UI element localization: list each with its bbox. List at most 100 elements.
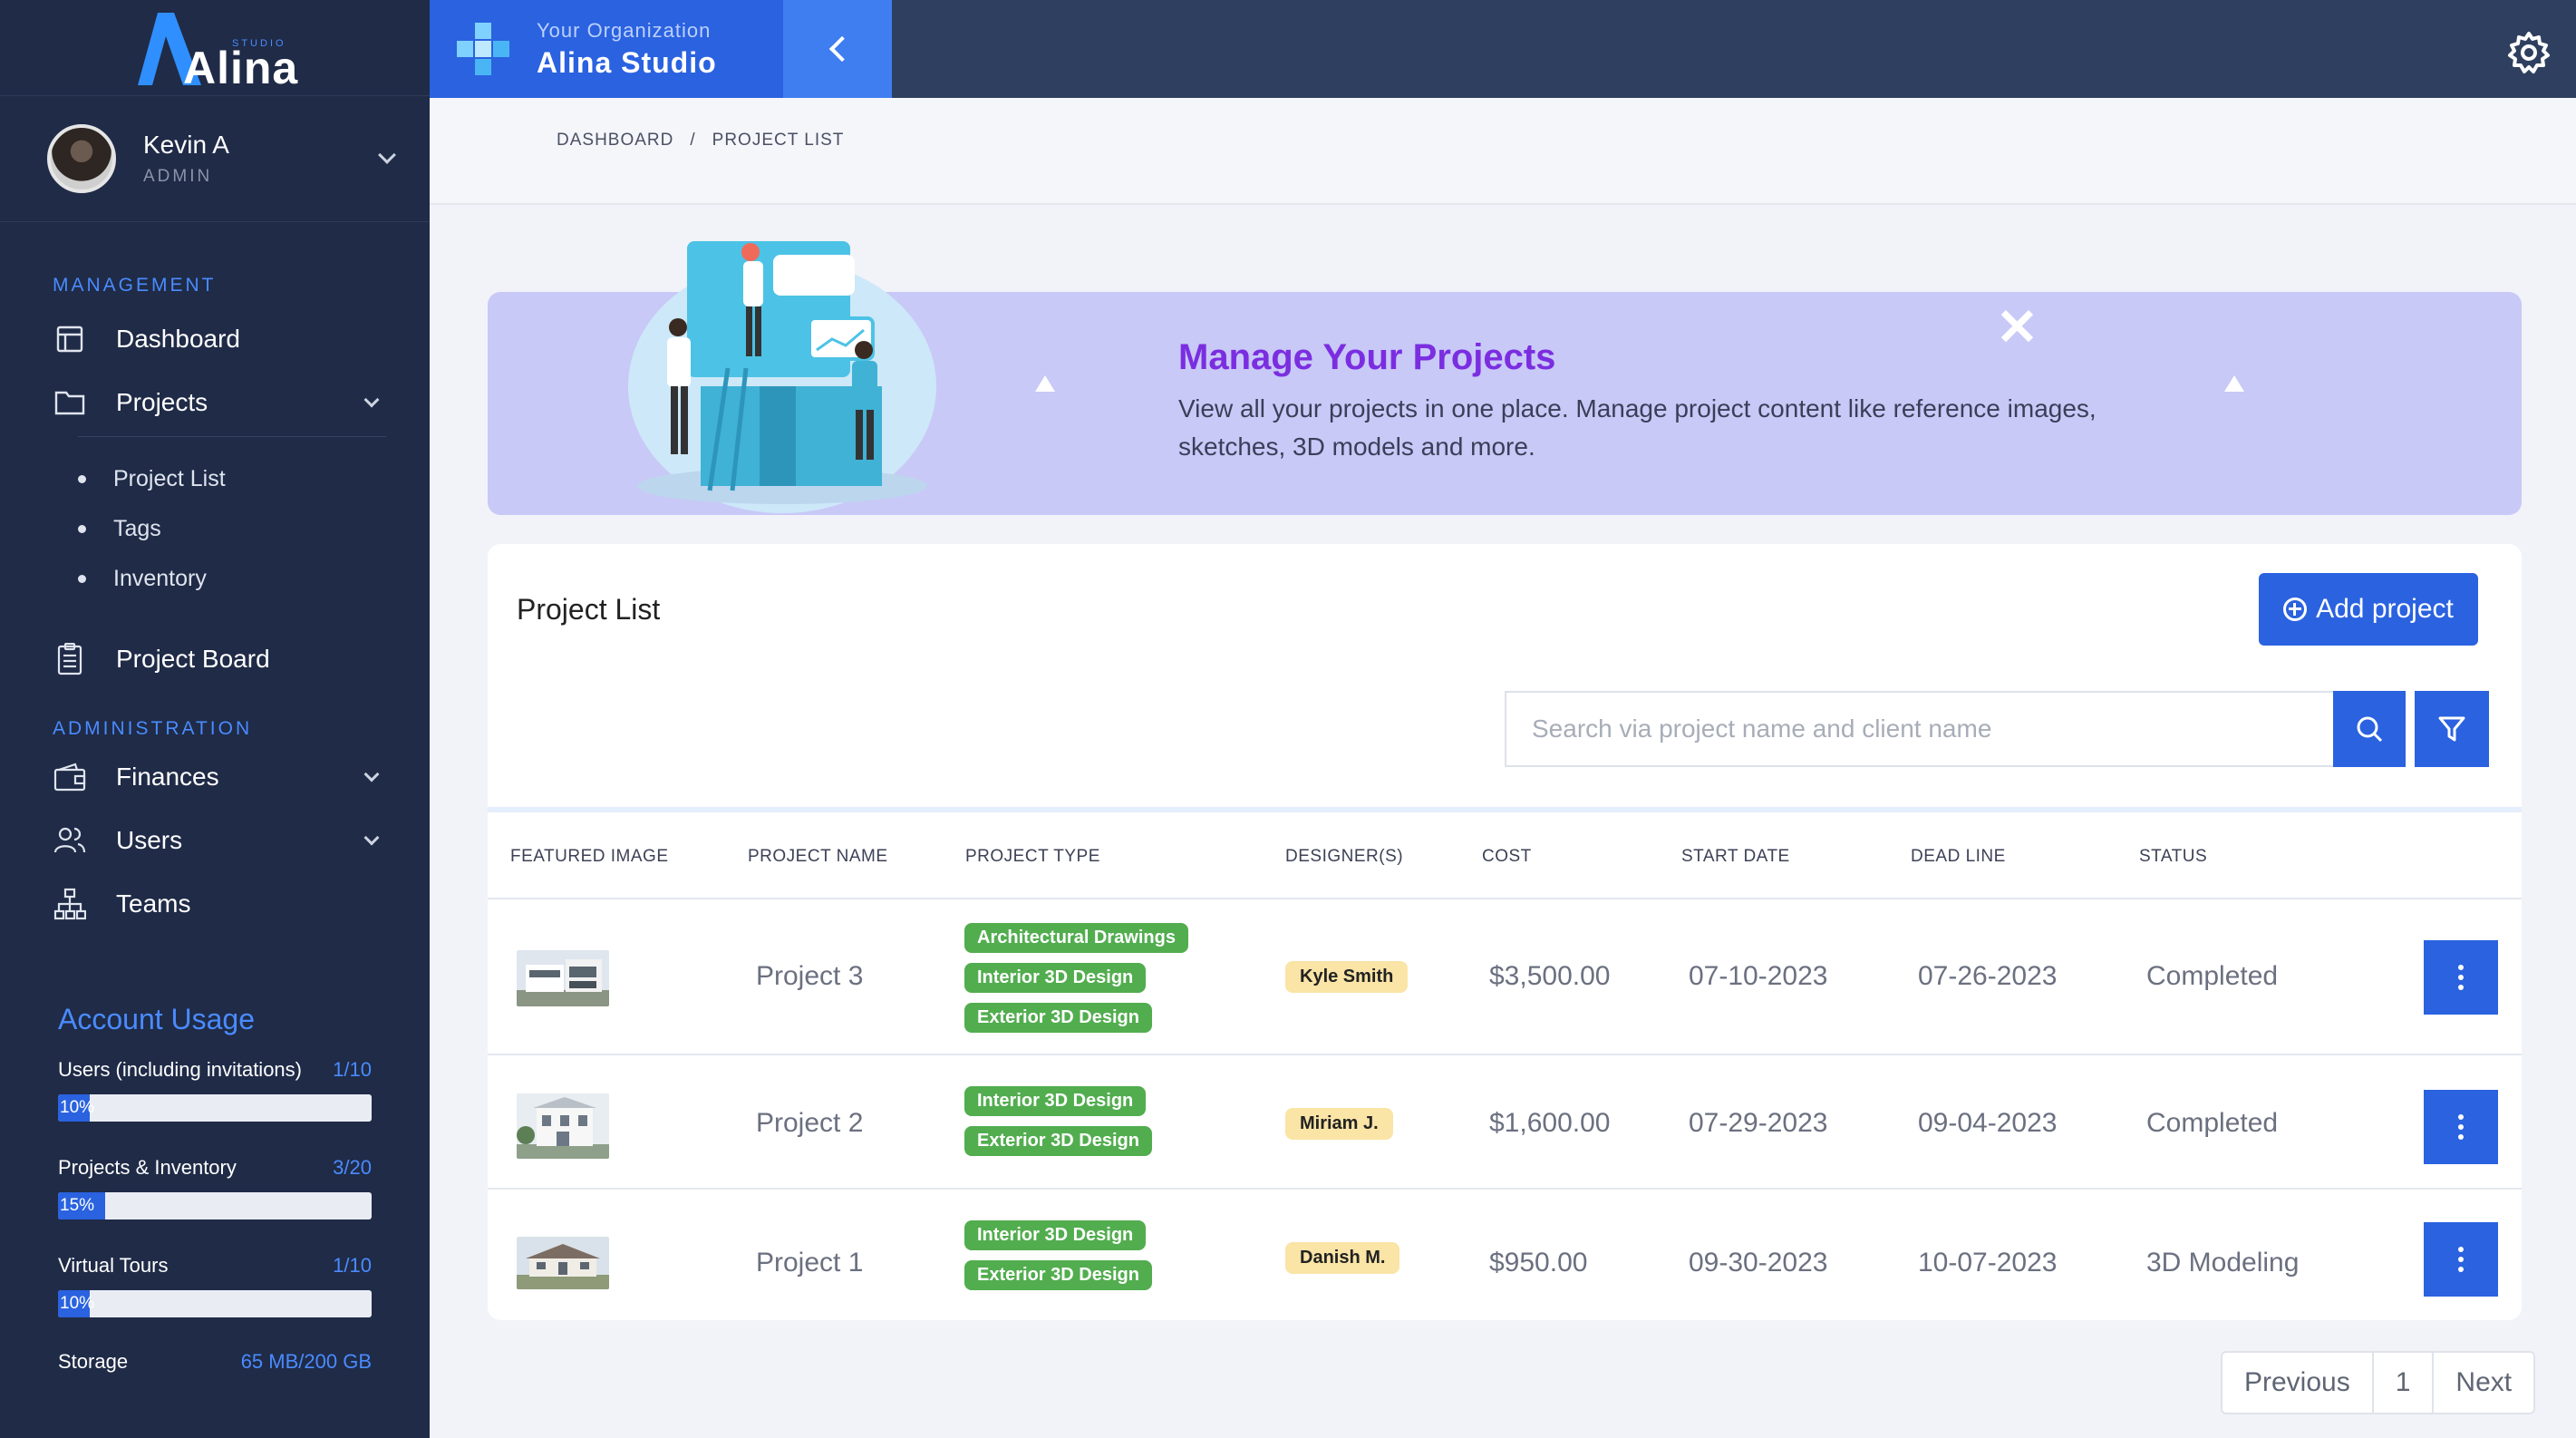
usage-bar: 10% (58, 1290, 372, 1317)
usage-row-virtual-tours: Virtual Tours 1/10 10% (0, 1254, 430, 1317)
brand-name: Alina (183, 42, 299, 93)
org-name: Alina Studio (537, 45, 717, 79)
sidebar-item-project-board[interactable]: Project Board (0, 627, 430, 691)
bullet-icon (78, 475, 86, 483)
filter-button[interactable] (2415, 691, 2489, 767)
search-button[interactable] (2333, 691, 2406, 767)
sidebar-item-label: Finances (116, 763, 219, 791)
usage-label: Virtual Tours (58, 1254, 169, 1277)
team-illustration-icon (628, 241, 936, 513)
row-actions-button[interactable] (2424, 1090, 2498, 1164)
sub-item-label: Project List (113, 466, 226, 491)
gear-icon[interactable] (2507, 31, 2551, 74)
usage-row-users: Users (including invitations) 1/10 10% (0, 1058, 430, 1122)
org-label: Your Organization (537, 18, 712, 42)
project-name[interactable]: Project 3 (756, 961, 863, 992)
add-project-label: Add project (2316, 594, 2454, 624)
chevron-down-icon[interactable] (363, 766, 380, 782)
usage-bar: 15% (58, 1192, 372, 1219)
bullet-icon (78, 575, 86, 583)
deadline-cell: 10-07-2023 (1918, 1248, 2058, 1278)
project-type-tag: Exterior 3D Design (964, 1003, 1152, 1033)
search-icon (2357, 716, 2383, 743)
section-management: MANAGEMENT (53, 275, 217, 296)
banner-description: View all your projects in one place. Man… (1178, 394, 2097, 461)
org-switcher[interactable]: Your Organization Alina Studio (430, 0, 783, 98)
project-thumbnail[interactable] (517, 1237, 609, 1289)
table-row[interactable]: Project 2 Interior 3D Design Exterior 3D… (488, 1057, 2522, 1190)
sidebar-item-label: Teams (116, 889, 191, 918)
designer-badge: Danish M. (1285, 1242, 1400, 1274)
divider (78, 436, 386, 437)
sidebar-subitem-project-list[interactable]: Project List (0, 454, 430, 504)
usage-label: Projects & Inventory (58, 1156, 237, 1179)
sidebar-item-users[interactable]: Users (0, 809, 430, 872)
triangle-decoration-icon (2224, 375, 2244, 392)
designer-badge: Miriam J. (1285, 1108, 1393, 1140)
chevron-down-icon[interactable] (363, 392, 380, 408)
next-page-button[interactable]: Next (2434, 1353, 2533, 1413)
sidebar-item-dashboard[interactable]: Dashboard (0, 307, 430, 371)
status-cell: 3D Modeling (2146, 1248, 2300, 1278)
column-header[interactable]: STATUS (2139, 847, 2207, 867)
project-name[interactable]: Project 2 (756, 1108, 863, 1139)
project-thumbnail[interactable] (517, 950, 609, 1006)
project-name[interactable]: Project 1 (756, 1248, 863, 1278)
usage-row-projects: Projects & Inventory 3/20 15% (0, 1156, 430, 1219)
cost-cell: $3,500.00 (1489, 961, 1611, 991)
avatar (47, 124, 116, 193)
row-actions-button[interactable] (2424, 940, 2498, 1015)
chevron-down-icon[interactable] (363, 830, 380, 846)
folder-icon (53, 385, 87, 420)
plus-circle-icon (2283, 598, 2308, 621)
brand-logo[interactable]: Alina STUDIO (138, 7, 297, 93)
status-cell: Completed (2146, 1108, 2279, 1138)
project-thumbnail[interactable] (517, 1093, 609, 1159)
column-header[interactable]: COST (1482, 847, 1532, 867)
sidebar-item-projects[interactable]: Projects (0, 371, 430, 434)
sidebar-subitem-inventory[interactable]: Inventory (0, 554, 430, 604)
start-date-cell: 09-30-2023 (1689, 1248, 1828, 1278)
column-header[interactable]: PROJECT TYPE (965, 847, 1100, 867)
cost-cell: $950.00 (1489, 1248, 1588, 1278)
table-row[interactable]: Project 3 Architectural Drawings Interio… (488, 899, 2522, 1055)
column-header[interactable]: FEATURED IMAGE (510, 847, 669, 867)
usage-count: 1/10 (333, 1058, 372, 1081)
column-header[interactable]: DESIGNER(S) (1285, 847, 1403, 867)
project-type-tag: Interior 3D Design (964, 963, 1147, 993)
search-field[interactable] (1505, 691, 2337, 767)
usage-title: Account Usage (58, 1003, 256, 1035)
usage-fill: 10% (58, 1290, 94, 1317)
intro-banner: Manage Your Projects View all your proje… (488, 241, 2522, 515)
sidebar-subitem-tags[interactable]: Tags (0, 504, 430, 554)
previous-page-button[interactable]: Previous (2223, 1353, 2374, 1413)
usage-fill: 10% (58, 1094, 94, 1122)
breadcrumb: DASHBOARD / PROJECT LIST (557, 131, 844, 151)
page-number-button[interactable]: 1 (2374, 1353, 2435, 1413)
user-menu[interactable]: Kevin A ADMIN (0, 95, 430, 222)
breadcrumb-root[interactable]: DASHBOARD (557, 131, 673, 151)
chevron-down-icon[interactable] (378, 146, 396, 164)
breadcrumb-separator: / (690, 131, 696, 150)
bullet-icon (78, 525, 86, 533)
column-header[interactable]: START DATE (1681, 847, 1790, 867)
triangle-decoration-icon (1035, 375, 1055, 392)
sidebar-item-label: Dashboard (116, 325, 240, 353)
sidebar-item-finances[interactable]: Finances (0, 745, 430, 809)
table-header: FEATURED IMAGE PROJECT NAME PROJECT TYPE… (488, 812, 2522, 899)
search-input[interactable] (1506, 693, 2335, 765)
project-type-tag: Architectural Drawings (964, 923, 1188, 953)
column-header[interactable]: DEAD LINE (1911, 847, 2006, 867)
row-actions-button[interactable] (2424, 1222, 2498, 1297)
sidebar-item-teams[interactable]: Teams (0, 872, 430, 936)
usage-count: 3/20 (333, 1156, 372, 1179)
table-row[interactable]: Project 1 Interior 3D Design Exterior 3D… (488, 1191, 2522, 1320)
close-icon[interactable]: ✕ (1996, 297, 2039, 357)
usage-row-storage: Storage 65 MB/200 GB (0, 1350, 430, 1374)
add-project-button[interactable]: Add project (2259, 573, 2478, 646)
section-administration: ADMINISTRATION (53, 718, 253, 739)
status-cell: Completed (2146, 961, 2279, 991)
pagination: Previous 1 Next (2221, 1351, 2536, 1414)
column-header[interactable]: PROJECT NAME (748, 847, 888, 867)
collapse-sidebar-button[interactable] (783, 0, 892, 98)
